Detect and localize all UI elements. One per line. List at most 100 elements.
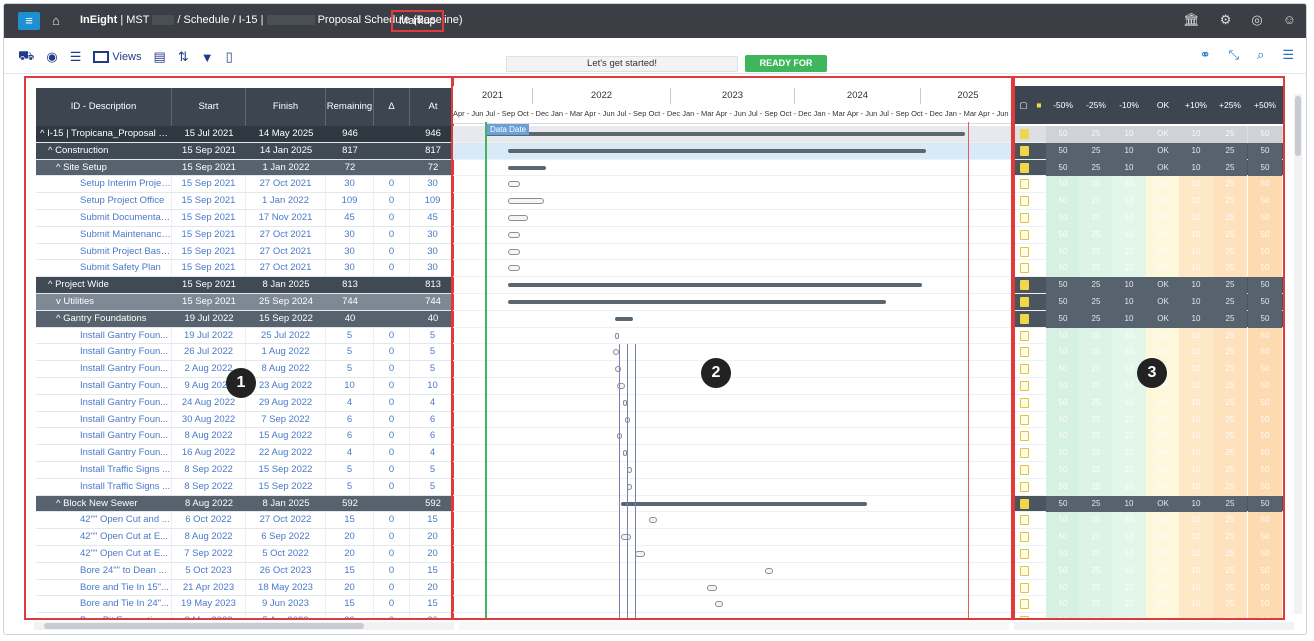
search-icon[interactable]: ⌕: [1257, 47, 1264, 63]
risk-cell[interactable]: 10: [1179, 461, 1213, 479]
note-icon[interactable]: [1020, 296, 1029, 307]
risk-cell[interactable]: 25: [1213, 243, 1247, 261]
risk-cell[interactable]: 10: [1179, 344, 1213, 362]
gantt-summary-bar[interactable]: [485, 132, 965, 136]
risk-cell[interactable]: 25: [1213, 277, 1247, 294]
table-row[interactable]: Setup Interim Project ... 15 Sep 2021 27 O…: [36, 176, 452, 194]
note-filled-header-icon[interactable]: ■: [1032, 86, 1046, 124]
risk-header-0[interactable]: -50%: [1046, 86, 1080, 124]
risk-row[interactable]: 502510OK102550: [1015, 159, 1283, 177]
gantt-task-bar[interactable]: [508, 265, 520, 272]
risk-cell[interactable]: 10: [1179, 277, 1213, 294]
risk-cell[interactable]: 25: [1079, 411, 1113, 429]
risk-cell[interactable]: 50: [1248, 495, 1282, 513]
risk-cell[interactable]: 25: [1213, 344, 1247, 362]
gantt-task-bar[interactable]: [508, 198, 544, 205]
risk-row[interactable]: 502510OK102550: [1015, 277, 1283, 294]
help-icon[interactable]: ◎: [1251, 12, 1262, 28]
grid-horizontal-scrollbar[interactable]: [34, 622, 454, 630]
risk-row[interactable]: 502510OK102550: [1015, 310, 1283, 328]
risk-cell[interactable]: 10: [1179, 193, 1213, 210]
gantt-task-bar[interactable]: [765, 567, 773, 574]
risk-header-3[interactable]: OK: [1146, 86, 1180, 124]
risk-cell[interactable]: 50: [1248, 310, 1282, 328]
risk-row[interactable]: 502510OK102550: [1015, 613, 1283, 618]
risk-cell[interactable]: OK: [1146, 545, 1180, 563]
note-icon[interactable]: [1020, 498, 1029, 509]
gantt-task-bar[interactable]: [715, 601, 723, 608]
risk-cell[interactable]: 10: [1112, 209, 1146, 227]
risk-cell[interactable]: OK: [1146, 428, 1180, 446]
table-row[interactable]: Install Traffic Signs ... 8 Sep 2022 15 Se…: [36, 461, 452, 479]
risk-cell[interactable]: 10: [1179, 613, 1213, 618]
risk-cell[interactable]: 10: [1179, 529, 1213, 546]
risk-cell[interactable]: 10: [1112, 226, 1146, 244]
risk-cell[interactable]: OK: [1146, 411, 1180, 429]
risk-row[interactable]: 502510OK102550: [1015, 394, 1283, 412]
risk-cell[interactable]: 25: [1213, 293, 1247, 311]
risk-cell[interactable]: 50: [1046, 277, 1080, 294]
gantt-task-bar[interactable]: [615, 332, 619, 339]
table-row[interactable]: 42"" Open Cut and ... 6 Oct 2022 27 Oct 20…: [36, 512, 452, 530]
risk-cell[interactable]: 10: [1179, 126, 1213, 143]
col-header-at-completion[interactable]: At Complet: [410, 88, 452, 150]
table-row[interactable]: v Utilities 15 Sep 2021 25 Sep 2024 744 744: [36, 293, 452, 311]
risk-cell[interactable]: 50: [1248, 344, 1282, 362]
risk-cell[interactable]: 25: [1079, 193, 1113, 210]
risk-cell[interactable]: 25: [1079, 260, 1113, 278]
risk-row[interactable]: 502510OK102550: [1015, 126, 1283, 143]
note-icon[interactable]: [1020, 229, 1029, 240]
risk-cell[interactable]: OK: [1146, 126, 1180, 143]
breadcrumb-app[interactable]: InEight: [80, 14, 117, 26]
risk-cell[interactable]: 10: [1112, 495, 1146, 513]
risk-cell[interactable]: 10: [1179, 327, 1213, 345]
table-row[interactable]: Submit Maintenance ... 15 Sep 2021 27 Oct …: [36, 226, 452, 244]
risk-cell[interactable]: 25: [1213, 461, 1247, 479]
note-icon[interactable]: [1020, 582, 1029, 593]
risk-cell[interactable]: 50: [1046, 243, 1080, 261]
risk-cell[interactable]: 25: [1213, 260, 1247, 278]
risk-cell[interactable]: 50: [1248, 377, 1282, 395]
settings-list-icon[interactable]: ☰: [1282, 47, 1294, 63]
risk-row[interactable]: 502510OK102550: [1015, 579, 1283, 597]
note-icon[interactable]: [1020, 599, 1029, 610]
table-row[interactable]: Bore and Tie In 24"... 19 May 2023 9 Jun 2…: [36, 596, 452, 614]
risk-cell[interactable]: 50: [1046, 310, 1080, 328]
gantt-task-bar[interactable]: [615, 366, 621, 373]
risk-cell[interactable]: 25: [1213, 176, 1247, 194]
note-icon[interactable]: [1020, 162, 1029, 173]
risk-cell[interactable]: 25: [1079, 226, 1113, 244]
risk-cell[interactable]: 50: [1046, 545, 1080, 563]
risk-cell[interactable]: 50: [1248, 260, 1282, 278]
risk-cell[interactable]: 10: [1179, 562, 1213, 580]
note-icon[interactable]: [1020, 380, 1029, 391]
gantt-task-bar[interactable]: [508, 215, 528, 221]
risk-row[interactable]: 502510OK102550: [1015, 209, 1283, 227]
hamburger-menu-icon[interactable]: ≡: [18, 12, 40, 30]
risk-cell[interactable]: 25: [1079, 159, 1113, 177]
risk-cell[interactable]: OK: [1146, 461, 1180, 479]
risk-cell[interactable]: OK: [1146, 142, 1180, 160]
risk-cell[interactable]: 10: [1179, 209, 1213, 227]
risk-cell[interactable]: OK: [1146, 562, 1180, 580]
gantt-summary-bar[interactable]: [508, 165, 546, 170]
table-row[interactable]: Install Gantry Foun... 19 Jul 2022 25 Jul …: [36, 327, 452, 345]
risk-cell[interactable]: 10: [1179, 260, 1213, 278]
risk-cell[interactable]: 25: [1079, 142, 1113, 160]
risk-cell[interactable]: 25: [1079, 243, 1113, 261]
ready-for-review-button[interactable]: READY FOR REVIEW?: [745, 55, 827, 85]
risk-cell[interactable]: 10: [1112, 394, 1146, 412]
gantt-summary-bar[interactable]: [508, 283, 922, 288]
risk-cell[interactable]: 10: [1179, 428, 1213, 446]
risk-cell[interactable]: 25: [1079, 596, 1113, 614]
risk-cell[interactable]: 25: [1213, 377, 1247, 395]
risk-cell[interactable]: 50: [1046, 377, 1080, 395]
risk-cell[interactable]: 50: [1248, 209, 1282, 227]
risk-cell[interactable]: 50: [1046, 478, 1080, 496]
risk-cell[interactable]: 50: [1046, 613, 1080, 618]
risk-cell[interactable]: 50: [1046, 495, 1080, 513]
risk-cell[interactable]: 25: [1079, 361, 1113, 378]
note-icon[interactable]: [1020, 565, 1029, 576]
risk-cell[interactable]: OK: [1146, 478, 1180, 496]
risk-cell[interactable]: OK: [1146, 293, 1180, 311]
